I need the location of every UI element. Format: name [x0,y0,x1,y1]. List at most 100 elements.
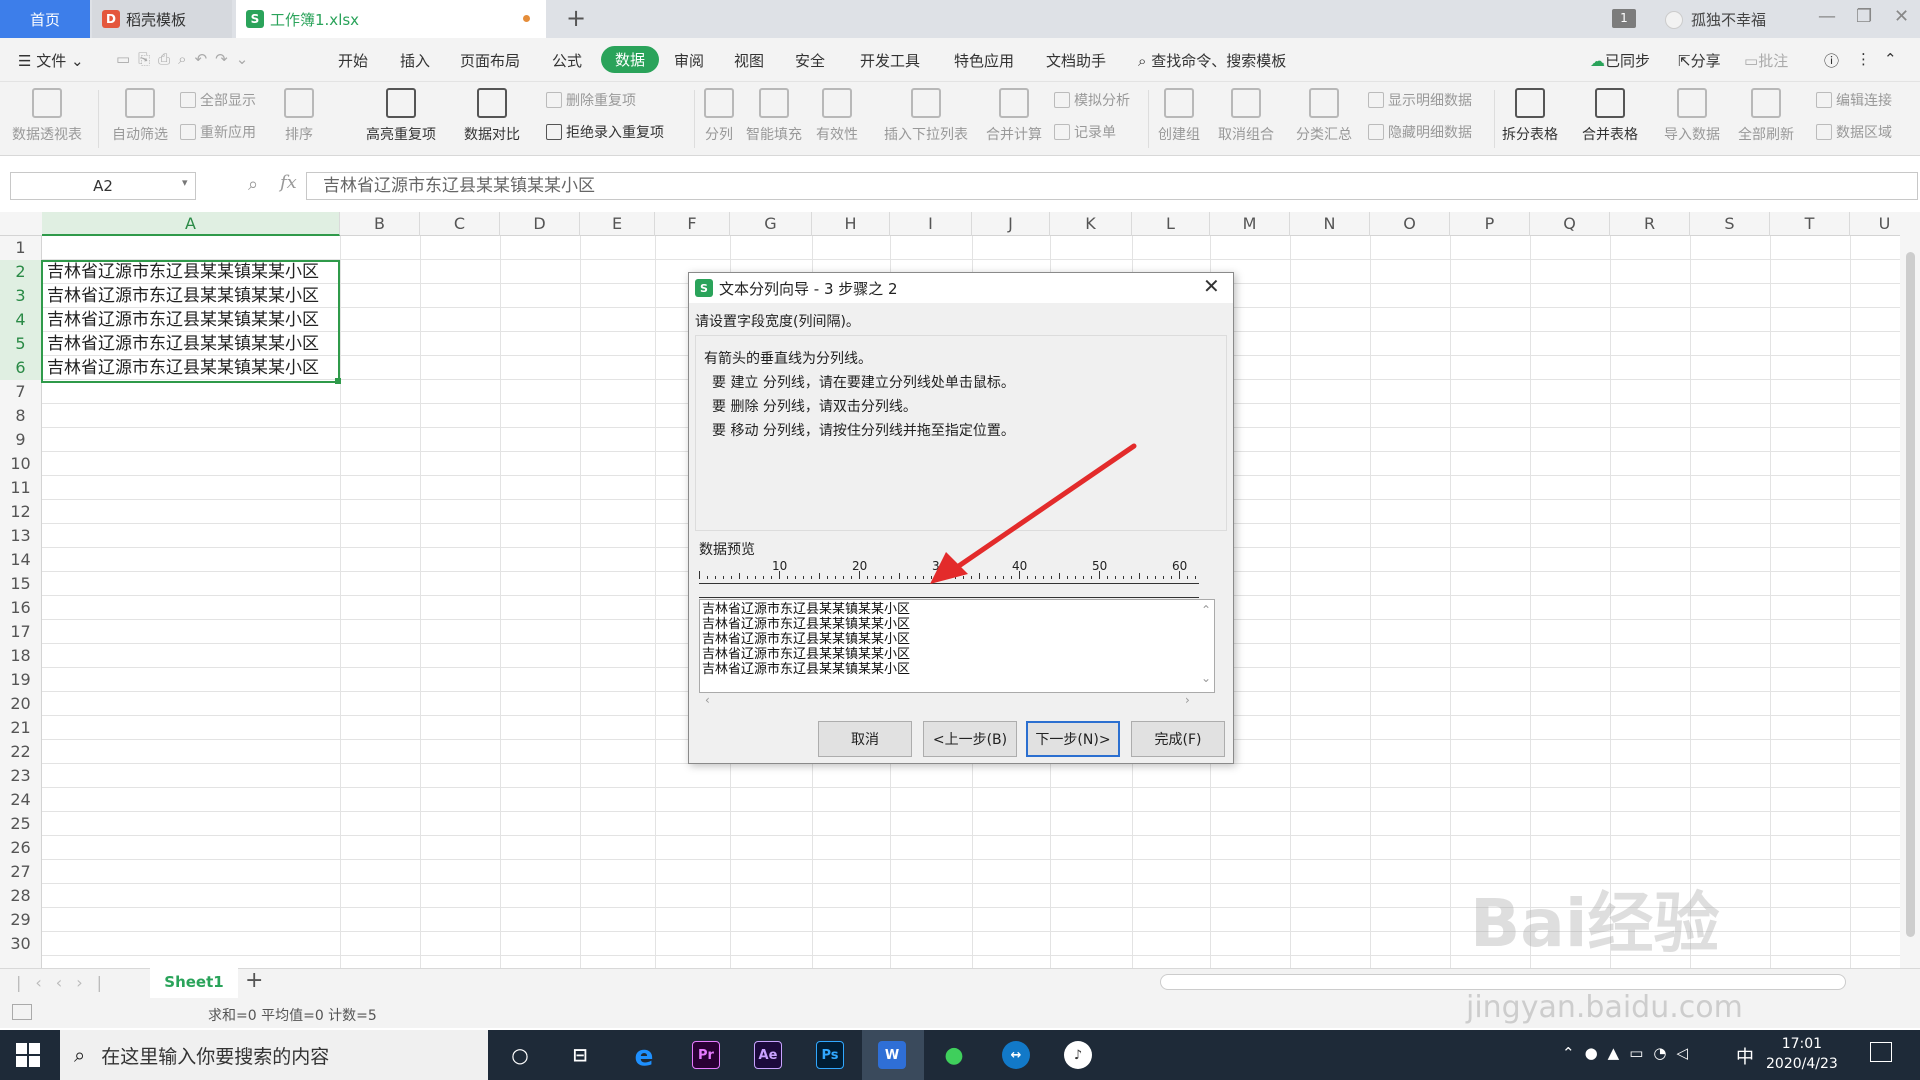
add-sheet-button[interactable]: + [245,968,263,993]
horizontal-scrollbar[interactable] [1160,974,1846,990]
sort-button[interactable]: 排序 [284,82,314,144]
column-header[interactable]: G [730,212,812,236]
delete-duplicates-button[interactable]: 删除重复项 [546,90,636,110]
row-header[interactable]: 13 [0,524,41,548]
share-button[interactable]: ⇱分享 [1678,50,1721,71]
notification-icon[interactable] [1870,1042,1892,1062]
menu-doc-assistant[interactable]: 文档助手 [1046,50,1106,71]
consolidate-button[interactable]: 合并计算 [986,82,1042,144]
taskbar-search[interactable]: ⌕ 在这里输入你要搜索的内容 [60,1030,488,1080]
column-header[interactable]: C [420,212,500,236]
menu-view[interactable]: 视图 [734,50,764,71]
column-header[interactable]: K [1050,212,1132,236]
menu-start[interactable]: 开始 [338,50,368,71]
tab-daoke-templates[interactable]: D 稻壳模板 [92,0,232,38]
row-header[interactable]: 1 [0,236,41,260]
row-header[interactable]: 21 [0,716,41,740]
row-header[interactable]: 5 [0,332,41,356]
menu-security[interactable]: 安全 [795,50,825,71]
edit-connections-button[interactable]: 编辑连接 [1816,90,1892,110]
menu-special-apps[interactable]: 特色应用 [954,50,1014,71]
macro-record-icon[interactable] [12,1004,32,1020]
app-icon[interactable]: ♪ [1064,1041,1092,1069]
close-window-button[interactable]: ✕ [1894,6,1909,27]
back-button[interactable]: <上一步(B) [923,721,1017,757]
row-header[interactable]: 29 [0,908,41,932]
minimize-button[interactable]: — [1818,6,1836,27]
tab-workbook[interactable]: S 工作簿1.xlsx [236,0,546,38]
command-search[interactable]: ⌕ 查找命令、搜索模板 [1138,50,1286,71]
cancel-button[interactable]: 取消 [818,721,912,757]
new-tab-button[interactable]: + [566,4,586,32]
preview-scroll-right-icon[interactable]: › [1185,693,1190,707]
premiere-icon[interactable]: Pr [692,1041,720,1069]
column-header[interactable]: R [1610,212,1690,236]
row-header[interactable]: 17 [0,620,41,644]
validity-button[interactable]: 有效性 [816,82,858,144]
preview-scroll-left-icon[interactable]: ‹ [705,693,710,707]
data-preview-box[interactable]: 吉林省辽源市东辽县某某镇某某小区 吉林省辽源市东辽县某某镇某某小区 吉林省辽源市东辽… [699,599,1215,693]
file-menu[interactable]: ☰ 文件 ⌄ [18,50,84,71]
preview-scroll-down-icon[interactable]: ⌄ [1201,671,1211,685]
column-header[interactable]: I [890,212,972,236]
row-header[interactable]: 28 [0,884,41,908]
chevron-down-icon[interactable]: ▾ [182,176,188,189]
column-header[interactable]: P [1450,212,1530,236]
column-header[interactable]: E [580,212,655,236]
formula-input[interactable]: 吉林省辽源市东辽县某某镇某某小区 [306,172,1918,200]
row-header[interactable]: 18 [0,644,41,668]
sheet-nav-arrows[interactable]: |‹‹›| [16,973,116,992]
insert-dropdown-list-button[interactable]: 插入下拉列表 [884,82,968,144]
row-header[interactable]: 27 [0,860,41,884]
windows-start-icon[interactable] [16,1043,40,1067]
record-sheet-button[interactable]: 记录单 [1054,122,1116,142]
window-count-badge[interactable]: 1 [1612,9,1636,28]
row-header[interactable]: 16 [0,596,41,620]
ungroup-button[interactable]: 取消组合 [1218,82,1274,144]
row-header[interactable]: 8 [0,404,41,428]
import-data-button[interactable]: 导入数据 [1664,82,1720,144]
cortana-icon[interactable]: ○ [506,1041,534,1069]
show-all-button[interactable]: 全部显示 [180,90,256,110]
row-header[interactable]: 9 [0,428,41,452]
next-button[interactable]: 下一步(N)> [1026,721,1120,757]
what-if-analysis-button[interactable]: 模拟分析 [1054,90,1130,110]
data-area-button[interactable]: 数据区域 [1816,122,1892,142]
row-header[interactable]: 4 [0,308,41,332]
quick-access-toolbar[interactable]: ▭⎘⎙⌕↶↷⌄ [116,50,256,68]
teamviewer-icon[interactable]: ↔ [1002,1041,1030,1069]
create-group-button[interactable]: 创建组 [1158,82,1200,144]
reject-duplicates-button[interactable]: 拒绝录入重复项 [546,122,664,142]
column-header[interactable]: J [972,212,1050,236]
row-header[interactable]: 7 [0,380,41,404]
row-header[interactable]: 3 [0,284,41,308]
row-header[interactable]: 6 [0,356,41,380]
dialog-close-button[interactable]: ✕ [1203,274,1220,298]
column-header[interactable]: B [340,212,420,236]
column-header[interactable]: A [42,212,340,236]
row-header[interactable]: 25 [0,812,41,836]
row-header[interactable]: 15 [0,572,41,596]
restore-button[interactable]: ❐ [1856,6,1872,27]
hide-detail-button[interactable]: 隐藏明细数据 [1368,122,1472,142]
column-header[interactable]: L [1132,212,1210,236]
column-header[interactable]: F [655,212,730,236]
row-header[interactable]: 2 [0,260,41,284]
show-detail-button[interactable]: 显示明细数据 [1368,90,1472,110]
task-view-icon[interactable]: ⊟ [566,1041,594,1069]
name-box[interactable]: A2 [10,172,196,200]
finish-button[interactable]: 完成(F) [1131,721,1225,757]
menu-dev-tools[interactable]: 开发工具 [860,50,920,71]
reapply-button[interactable]: 重新应用 [180,122,256,142]
system-tray-icons[interactable]: ⌃●▲▭◔◁ [1562,1044,1698,1062]
pivot-table-button[interactable]: 数据透视表 [12,82,82,144]
vertical-scroll-thumb[interactable] [1906,252,1915,937]
row-header[interactable]: 30 [0,932,41,956]
more-icon[interactable]: ⋮ [1856,50,1871,68]
user-account[interactable]: 孤独不幸福 [1665,9,1766,30]
row-header[interactable]: 11 [0,476,41,500]
row-header[interactable]: 26 [0,836,41,860]
row-header[interactable]: 12 [0,500,41,524]
autofilter-button[interactable]: 自动筛选 [112,82,168,144]
column-header[interactable]: S [1690,212,1770,236]
